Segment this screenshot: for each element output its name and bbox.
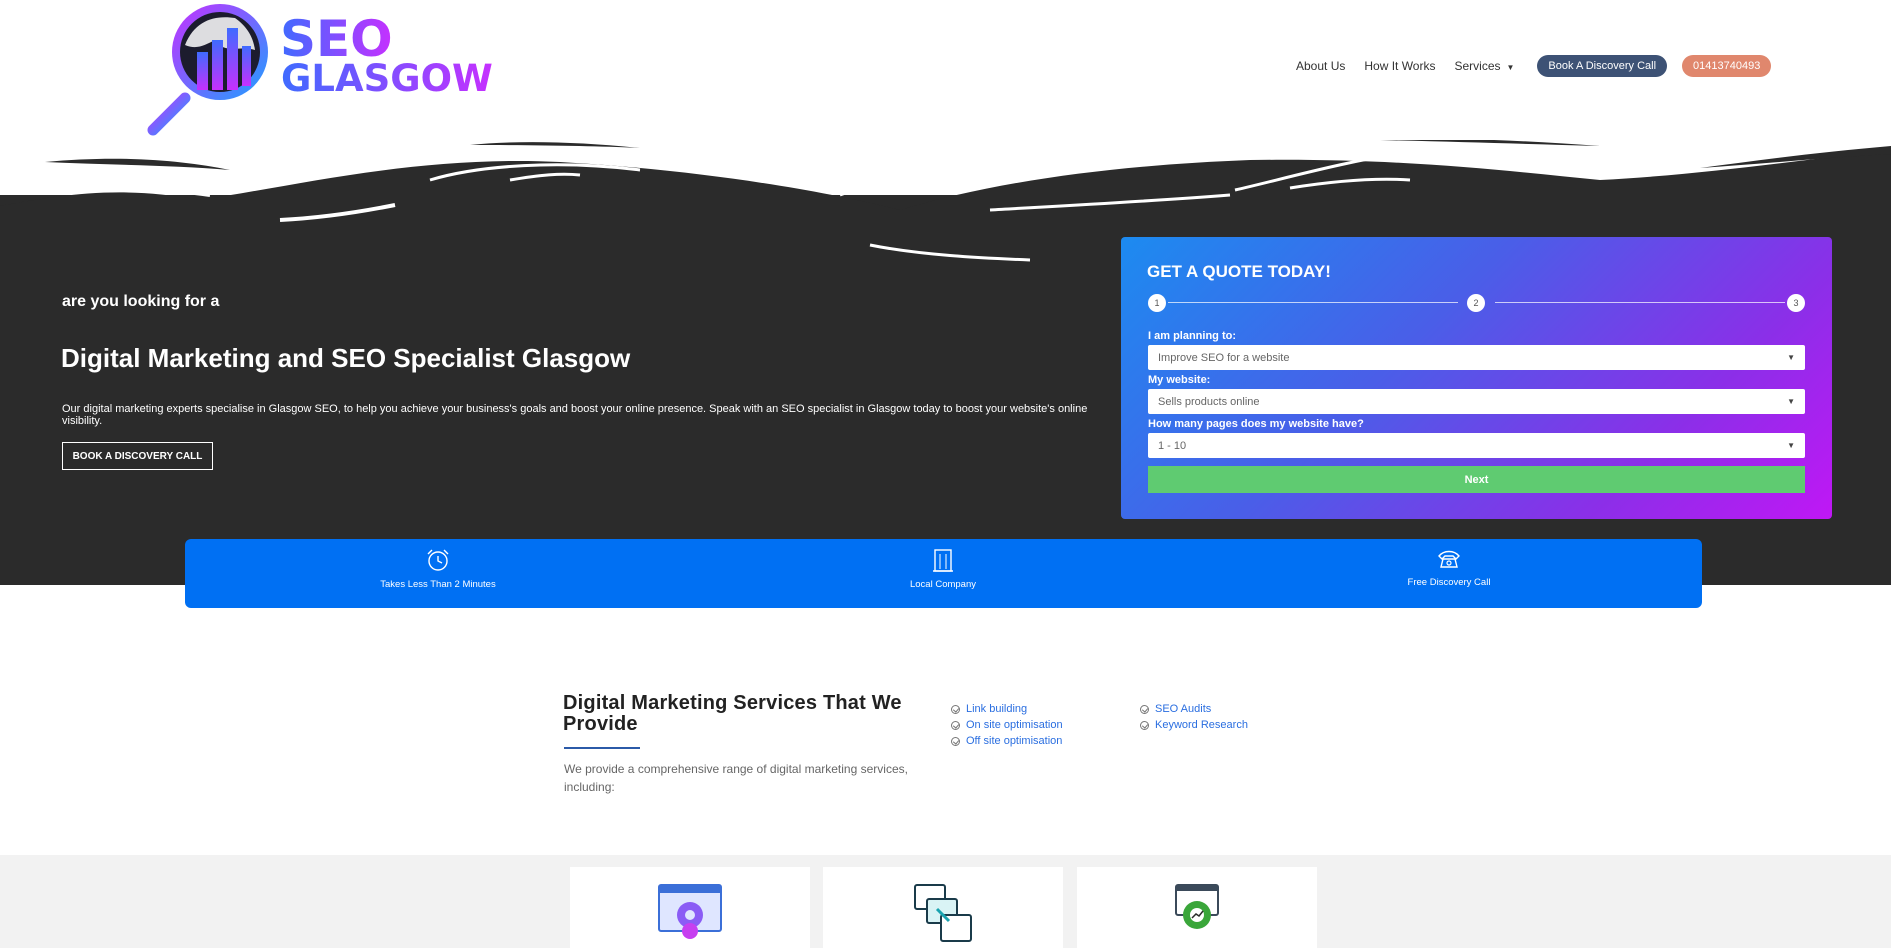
features-bar: Takes Less Than 2 Minutes Local Company … [185,539,1702,608]
caret-down-icon: ▼ [1506,63,1515,72]
caret-down-icon: ▼ [1787,441,1795,450]
step-connector [1495,302,1785,303]
service-off-site-optimisation[interactable]: Off site optimisation [951,733,1063,749]
pages-label: How many pages does my website have? [1148,418,1364,430]
quote-form-title: GET A QUOTE TODAY! [1147,262,1331,281]
next-button[interactable]: Next [1148,466,1805,493]
check-circle-icon [951,736,960,746]
hero-book-discovery-call-button[interactable]: BOOK A DISCOVERY CALL [62,442,213,470]
feature-label: Free Discovery Call [1407,577,1491,588]
feature-free-discovery-call: Free Discovery Call [1299,547,1599,588]
pages-select[interactable]: 1 - 10 ▼ [1148,433,1805,458]
step-1-indicator: 1 [1148,294,1166,312]
check-circle-icon [1140,720,1149,730]
nav-services-label: Services [1454,59,1501,73]
hero-eyebrow: are you looking for a [62,293,220,310]
main-nav: About Us How It Works Services ▼ Book A D… [1296,55,1772,77]
caret-down-icon: ▼ [1787,353,1795,362]
service-label: Keyword Research [1155,719,1248,731]
feature-label: Local Company [909,579,976,590]
alarm-clock-icon [427,549,449,571]
hero-description: Our digital marketing experts specialise… [62,403,1088,427]
phone-icon [1438,550,1460,568]
nav-about-us[interactable]: About Us [1296,59,1345,73]
title-underline [564,747,640,749]
planning-select[interactable]: Improve SEO for a website ▼ [1148,345,1805,370]
settings-web-icon [658,884,722,939]
check-circle-icon [1140,704,1149,714]
hero-title: Digital Marketing and SEO Specialist Gla… [61,343,631,373]
step-connector [1168,302,1458,303]
feature-takes-less-than-2-minutes: Takes Less Than 2 Minutes [288,547,588,590]
feature-label: Takes Less Than 2 Minutes [380,579,496,590]
service-card[interactable] [823,867,1063,948]
service-label: SEO Audits [1155,703,1212,715]
nav-how-it-works[interactable]: How It Works [1364,59,1435,73]
services-list-1: Link building On site optimisation Off s… [951,701,1063,749]
nav-services[interactable]: Services ▼ [1454,59,1514,73]
website-select[interactable]: Sells products online ▼ [1148,389,1805,414]
planning-select-value: Improve SEO for a website [1158,351,1290,364]
service-card[interactable] [1077,867,1317,948]
phone-button[interactable]: 01413740493 [1682,55,1772,77]
service-seo-audits[interactable]: SEO Audits [1140,701,1248,717]
services-list-2: SEO Audits Keyword Research [1140,701,1248,733]
service-card[interactable] [570,867,810,948]
check-circle-icon [951,704,960,714]
services-description: We provide a comprehensive range of digi… [564,762,908,794]
service-link-building[interactable]: Link building [951,701,1063,717]
caret-down-icon: ▼ [1787,397,1795,406]
service-on-site-optimisation[interactable]: On site optimisation [951,717,1063,733]
website-label: My website: [1148,374,1211,386]
growth-gear-icon [1175,884,1219,929]
form-steps: 1 2 3 [1148,293,1805,313]
logo-text-glasgow: GLASGOW [281,57,493,100]
book-discovery-call-button[interactable]: Book A Discovery Call [1537,55,1668,77]
page: SEO GLASGOW About Us How It Works Servic… [0,0,1891,948]
quote-form: GET A QUOTE TODAY! 1 2 3 I am planning t… [1121,237,1832,519]
feature-local-company: Local Company [793,547,1093,590]
services-title: Digital Marketing Services That We Provi… [563,692,902,735]
planning-label: I am planning to: [1148,330,1236,342]
pages-select-value: 1 - 10 [1158,439,1187,452]
step-2-indicator: 2 [1467,294,1485,312]
service-keyword-research[interactable]: Keyword Research [1140,717,1248,733]
check-circle-icon [951,720,960,730]
website-select-value: Sells products online [1158,395,1260,408]
service-label: On site optimisation [966,719,1063,731]
service-label: Off site optimisation [966,735,1063,747]
step-3-indicator: 3 [1787,294,1805,312]
building-icon [933,549,953,572]
service-label: Link building [966,703,1028,715]
link-pages-icon [914,884,972,942]
